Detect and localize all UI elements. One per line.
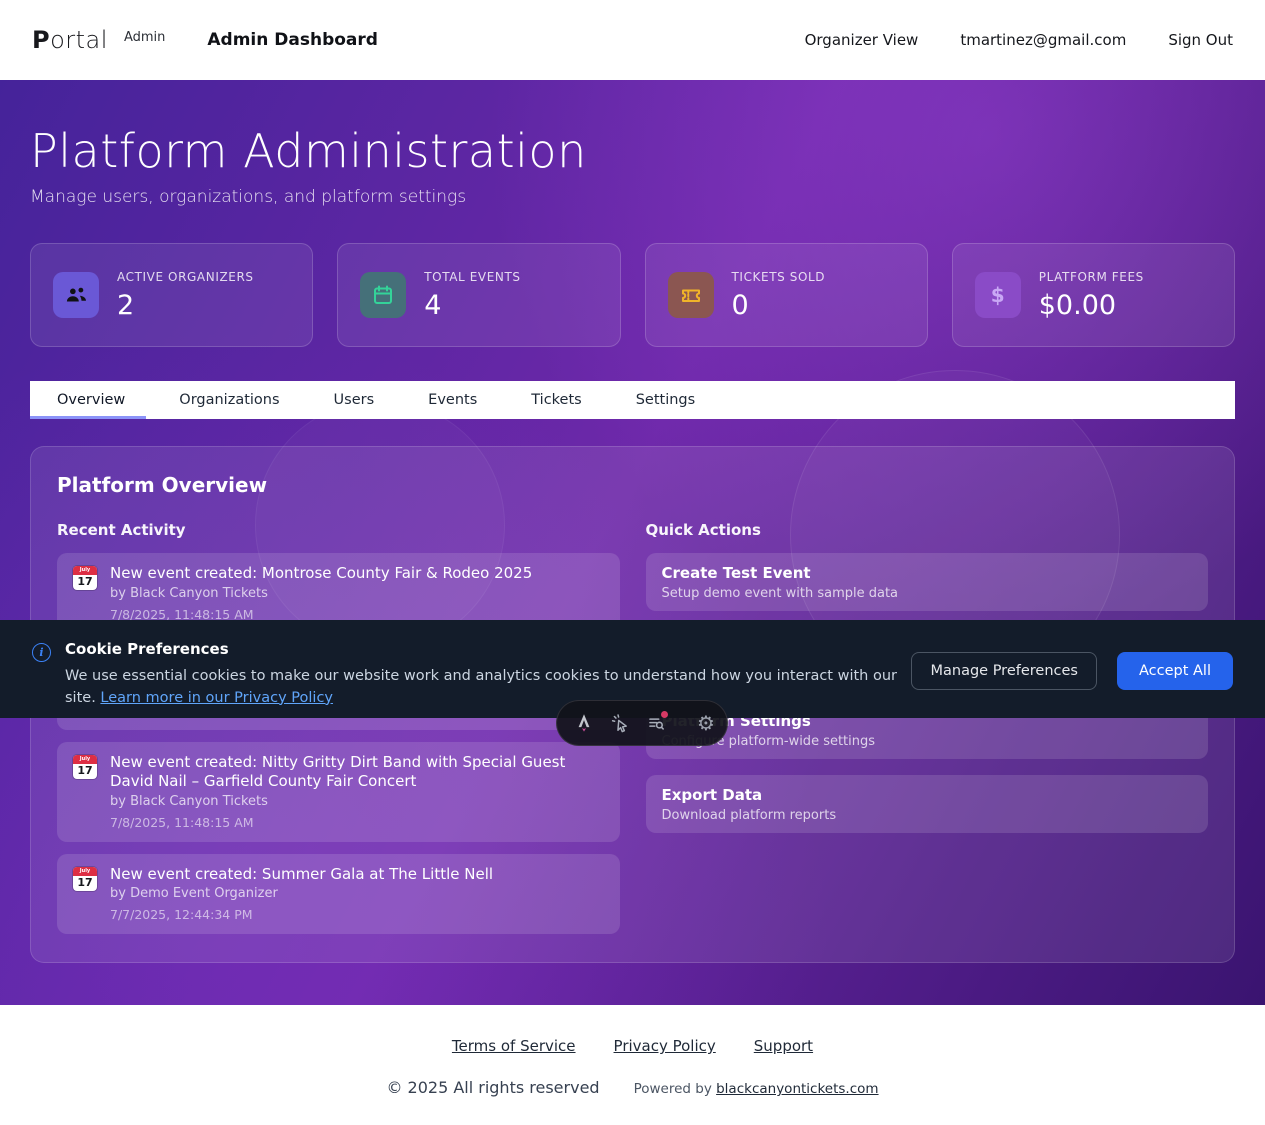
powered-link[interactable]: blackcanyontickets.com xyxy=(716,1081,878,1097)
stat-card-platform-fees: $ PLATFORM FEES $0.00 xyxy=(952,243,1235,347)
support-link[interactable]: Support xyxy=(754,1037,813,1055)
nav-user-email: tmartinez@gmail.com xyxy=(960,31,1126,49)
stat-label: PLATFORM FEES xyxy=(1039,270,1144,284)
page-title: Platform Administration xyxy=(30,80,1235,178)
admin-main-section: Platform Administration Manage users, or… xyxy=(0,80,1265,1005)
cookie-body: We use essential cookies to make our web… xyxy=(65,666,911,710)
powered-prefix: Powered by xyxy=(634,1081,717,1097)
stat-card-total-events: TOTAL EVENTS 4 xyxy=(337,243,620,347)
calendar-month: July xyxy=(73,566,97,575)
stat-value: $0.00 xyxy=(1039,290,1144,321)
tab-overview[interactable]: Overview xyxy=(30,381,152,419)
app-logo[interactable]: Portal xyxy=(32,26,108,54)
dollar-icon: $ xyxy=(975,272,1021,318)
stat-label: TICKETS SOLD xyxy=(732,270,826,284)
notification-dot xyxy=(661,711,668,718)
activity-timestamp: 7/7/2025, 12:44:34 PM xyxy=(110,907,493,922)
quick-actions-section: Quick Actions Create Test Event Setup de… xyxy=(646,521,1209,946)
powered-by-text: Powered by blackcanyontickets.com xyxy=(634,1081,879,1097)
calendar-icon xyxy=(360,272,406,318)
quick-action-sublabel: Download platform reports xyxy=(662,808,1193,823)
quick-action-label: Export Data xyxy=(662,786,1193,804)
info-icon: i xyxy=(32,643,51,662)
logo-initial: P xyxy=(32,26,50,54)
people-icon xyxy=(53,272,99,318)
logo-rest: ortal xyxy=(50,26,108,54)
recent-activity-title: Recent Activity xyxy=(57,521,620,539)
site-footer: Terms of Service Privacy Policy Support … xyxy=(0,1005,1265,1125)
activity-title: New event created: Summer Gala at The Li… xyxy=(110,865,493,884)
cookie-title: Cookie Preferences xyxy=(65,640,911,658)
quick-action-create-test-event[interactable]: Create Test Event Setup demo event with … xyxy=(646,553,1209,611)
calendar-day: 17 xyxy=(73,764,97,778)
tab-users[interactable]: Users xyxy=(307,381,402,419)
tab-events[interactable]: Events xyxy=(401,381,504,419)
activity-item: July 17 New event created: Summer Gala a… xyxy=(57,854,620,935)
page-context-title: Admin Dashboard xyxy=(207,30,378,50)
copyright-text: © 2025 All rights reserved xyxy=(386,1078,599,1097)
inspect-cursor-icon[interactable] xyxy=(610,711,631,735)
quick-action-sublabel: Setup demo event with sample data xyxy=(662,586,1193,601)
quick-action-sublabel: Configure platform-wide settings xyxy=(662,734,1193,749)
admin-badge: Admin xyxy=(124,30,165,45)
activity-title: New event created: Montrose County Fair … xyxy=(110,564,532,583)
panel-title: Platform Overview xyxy=(57,473,1208,497)
calendar-emoji-icon: July 17 xyxy=(73,566,97,590)
stat-card-active-organizers: ACTIVE ORGANIZERS 2 xyxy=(30,243,313,347)
stat-card-tickets-sold: TICKETS SOLD 0 xyxy=(645,243,928,347)
calendar-day: 17 xyxy=(73,575,97,589)
calendar-day: 17 xyxy=(73,876,97,890)
activity-by: by Black Canyon Tickets xyxy=(110,794,604,809)
audit-icon[interactable] xyxy=(646,711,667,735)
calendar-emoji-icon: July 17 xyxy=(73,867,97,891)
nav-organizer-view[interactable]: Organizer View xyxy=(805,31,919,49)
dollar-glyph: $ xyxy=(991,283,1005,307)
astro-logo-icon[interactable] xyxy=(573,711,595,735)
activity-item: July 17 New event created: Nitty Gritty … xyxy=(57,742,620,842)
activity-by: by Black Canyon Tickets xyxy=(110,586,532,601)
sign-out-link[interactable]: Sign Out xyxy=(1168,31,1233,49)
stat-value: 4 xyxy=(424,290,520,321)
stat-label: TOTAL EVENTS xyxy=(424,270,520,284)
header-nav: Organizer View tmartinez@gmail.com Sign … xyxy=(805,31,1233,49)
ticket-icon xyxy=(668,272,714,318)
page-subtitle: Manage users, organizations, and platfor… xyxy=(30,187,1235,207)
dev-toolbar: ⚙ xyxy=(556,700,728,746)
footer-links: Terms of Service Privacy Policy Support xyxy=(452,1037,813,1055)
stats-row: ACTIVE ORGANIZERS 2 TOTAL EVENTS 4 xyxy=(30,243,1235,347)
tab-settings[interactable]: Settings xyxy=(609,381,722,419)
calendar-emoji-icon: July 17 xyxy=(73,755,97,779)
top-header: Portal Admin Admin Dashboard Organizer V… xyxy=(0,0,1265,80)
recent-activity-section: Recent Activity July 17 New event create… xyxy=(57,521,620,946)
stat-value: 2 xyxy=(117,290,254,321)
terms-link[interactable]: Terms of Service xyxy=(452,1037,576,1055)
calendar-month: July xyxy=(73,867,97,876)
admin-tabs: Overview Organizations Users Events Tick… xyxy=(30,381,1235,419)
tab-organizations[interactable]: Organizations xyxy=(152,381,306,419)
privacy-policy-link[interactable]: Privacy Policy xyxy=(614,1037,716,1055)
stat-value: 0 xyxy=(732,290,826,321)
activity-timestamp: 7/8/2025, 11:48:15 AM xyxy=(110,815,604,830)
accept-all-button[interactable]: Accept All xyxy=(1117,652,1233,690)
activity-by: by Demo Event Organizer xyxy=(110,886,493,901)
tab-tickets[interactable]: Tickets xyxy=(504,381,608,419)
gear-glyph: ⚙ xyxy=(697,713,715,733)
stat-label: ACTIVE ORGANIZERS xyxy=(117,270,254,284)
activity-title: New event created: Nitty Gritty Dirt Ban… xyxy=(110,753,604,791)
quick-action-label: Create Test Event xyxy=(662,564,1193,582)
manage-preferences-button[interactable]: Manage Preferences xyxy=(911,652,1097,690)
quick-actions-title: Quick Actions xyxy=(646,521,1209,539)
quick-action-export-data[interactable]: Export Data Download platform reports xyxy=(646,775,1209,833)
privacy-link[interactable]: Learn more in our Privacy Policy xyxy=(100,690,333,706)
calendar-month: July xyxy=(73,755,97,764)
settings-gear-icon[interactable]: ⚙ xyxy=(697,711,715,735)
